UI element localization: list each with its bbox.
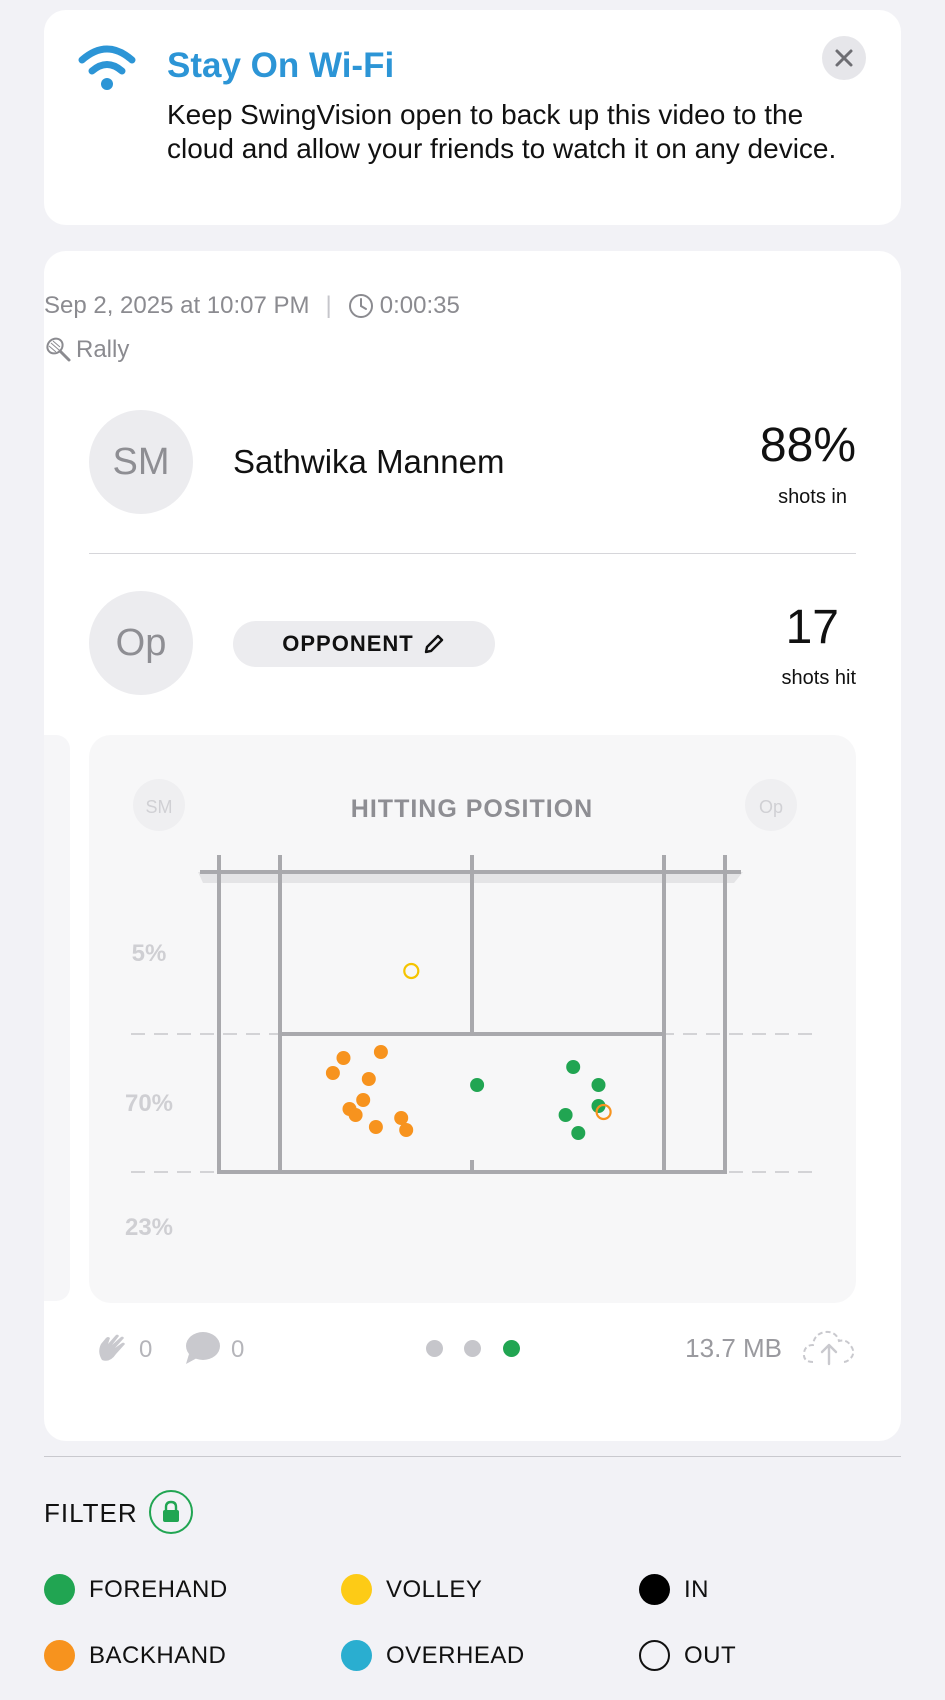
hitting-position-svg: SM Op HITTING POSITION 5% 70% 23% <box>125 779 814 1241</box>
shot-point-backhand <box>356 1093 371 1107</box>
zone-label-back: 23% <box>125 1214 173 1241</box>
edit-opponent-button[interactable]: OPPONENT <box>233 621 495 667</box>
shot-point-forehand <box>470 1078 485 1092</box>
shot-points <box>325 962 612 1140</box>
filter-label: BACKHAND <box>89 1641 227 1669</box>
filter-label: IN <box>684 1575 709 1603</box>
chart-title: HITTING POSITION <box>351 795 593 823</box>
session-meta: Sep 2, 2025 at 10:07 PM | 0:00:35 <box>44 292 460 320</box>
backhand-dot <box>44 1640 75 1671</box>
lock-icon <box>163 1500 179 1522</box>
filter-title: FILTER <box>44 1498 138 1528</box>
session-date: Sep 2, 2025 at 10:07 PM <box>44 292 310 319</box>
shot-point-volley <box>403 962 420 980</box>
chart-corner-right: Op <box>759 797 783 817</box>
zone-label-mid: 70% <box>125 1090 173 1117</box>
player-avatar[interactable]: SM <box>89 410 193 514</box>
tennis-racket-icon <box>46 337 71 362</box>
court-lines <box>217 855 727 1174</box>
overhead-dot <box>341 1640 372 1671</box>
shot-point-backhand <box>348 1108 363 1122</box>
file-size: 13.7 MB <box>685 1333 782 1363</box>
cloud-upload-icon[interactable] <box>801 1326 857 1368</box>
shot-point-backhand <box>336 1051 351 1065</box>
out-dot <box>639 1640 670 1671</box>
filter-out[interactable]: OUT <box>639 1640 736 1671</box>
shot-point-backhand <box>399 1123 414 1137</box>
page-indicator-dot-2[interactable] <box>464 1340 481 1357</box>
close-icon <box>835 49 853 67</box>
shot-point-forehand <box>591 1078 606 1092</box>
comment-icon[interactable] <box>183 1330 221 1366</box>
page-indicator-dot-1[interactable] <box>426 1340 443 1357</box>
shot-point-forehand <box>571 1126 586 1140</box>
meta-separator: | <box>325 292 332 319</box>
session-type-label: Rally <box>76 336 130 363</box>
shot-point-backhand <box>368 1120 383 1134</box>
filter-label: FOREHAND <box>89 1575 228 1603</box>
previous-chart-peek[interactable] <box>44 735 70 1301</box>
filter-label: OVERHEAD <box>386 1641 525 1669</box>
shot-point-backhand <box>361 1072 376 1086</box>
opponent-button-label: OPPONENT <box>282 631 414 656</box>
banner-message: Keep SwingVision open to back up this vi… <box>167 99 837 164</box>
filter-lock-button[interactable] <box>149 1490 193 1534</box>
section-divider <box>44 1456 901 1457</box>
shots-hit-label: shots hit <box>781 667 856 689</box>
shot-point-backhand <box>394 1111 409 1125</box>
filter-label: OUT <box>684 1641 737 1669</box>
clock-icon <box>348 294 373 318</box>
session-type: Rally <box>44 336 129 364</box>
in-dot <box>639 1574 670 1605</box>
session-footer: 0 0 13.7 MB <box>0 1320 945 1376</box>
comment-count: 0 <box>231 1336 245 1363</box>
player-name: Sathwika Mannem <box>233 443 505 480</box>
hitting-position-chart[interactable]: SM Op HITTING POSITION 5% 70% 23% <box>89 735 856 1303</box>
filter-overhead[interactable]: OVERHEAD <box>341 1640 525 1671</box>
banner-title: Stay On Wi-Fi <box>167 46 395 85</box>
wifi-icon <box>78 45 136 90</box>
wifi-banner: Stay On Wi-Fi Keep SwingVision open to b… <box>44 10 901 225</box>
page-indicator-dot-3[interactable] <box>503 1340 520 1357</box>
close-button[interactable] <box>822 36 866 80</box>
shots-in-label: shots in <box>778 486 847 508</box>
shots-hit-value: 17 <box>785 601 839 654</box>
shot-point-backhand <box>373 1045 388 1059</box>
filter-in[interactable]: IN <box>639 1574 709 1605</box>
filter-label: VOLLEY <box>386 1575 483 1603</box>
pencil-icon <box>424 634 443 654</box>
chart-corner-left: SM <box>146 797 173 817</box>
shot-point-forehand <box>558 1108 573 1122</box>
clap-icon[interactable] <box>94 1330 132 1368</box>
filter-volley[interactable]: VOLLEY <box>341 1574 482 1605</box>
shot-point-forehand <box>566 1060 581 1074</box>
forehand-dot <box>44 1574 75 1605</box>
session-duration: 0:00:35 <box>379 292 460 319</box>
shots-in-value: 88% <box>759 419 856 472</box>
player-divider <box>89 553 856 554</box>
clap-count: 0 <box>139 1336 153 1363</box>
filter-backhand[interactable]: BACKHAND <box>44 1640 226 1671</box>
filter-forehand[interactable]: FOREHAND <box>44 1574 228 1605</box>
zone-label-front: 5% <box>132 940 167 967</box>
volley-dot <box>341 1574 372 1605</box>
opponent-avatar[interactable]: Op <box>89 591 193 695</box>
shot-point-backhand <box>325 1066 340 1080</box>
